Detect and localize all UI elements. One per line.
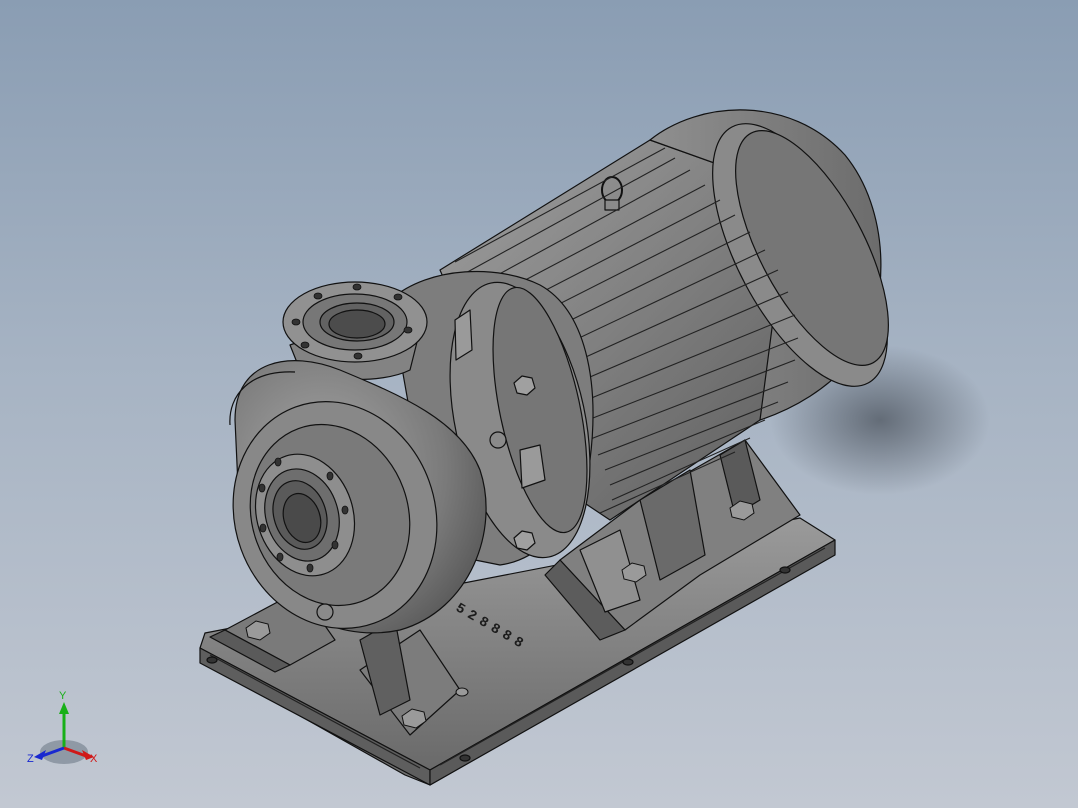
orientation-triad[interactable]: Y X Z xyxy=(22,690,112,770)
y-axis-arrow xyxy=(59,702,69,714)
y-axis-label: Y xyxy=(59,690,67,702)
x-axis-label: X xyxy=(90,753,98,765)
discharge-flange[interactable] xyxy=(282,281,428,363)
pump-assembly-model[interactable]: 528888 xyxy=(0,0,1078,808)
graphics-viewport[interactable]: 528888 Y X Z xyxy=(0,0,1078,808)
z-axis-label: Z xyxy=(27,753,34,765)
